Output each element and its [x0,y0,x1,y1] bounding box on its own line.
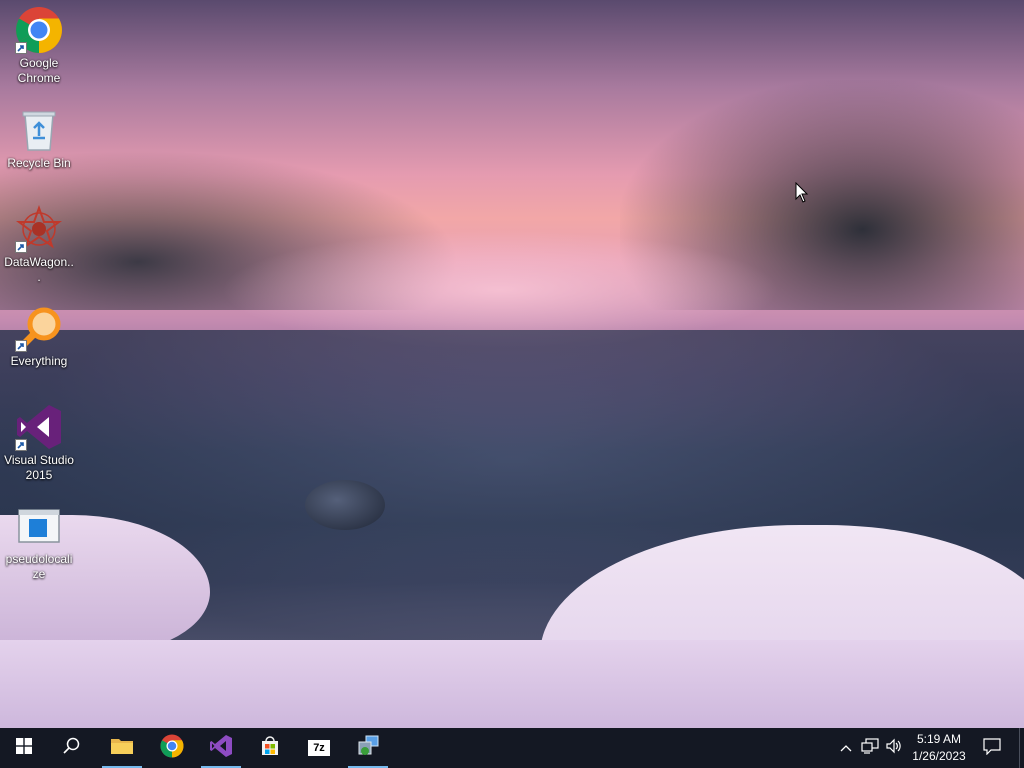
desktop-icon-visual-studio-2015[interactable]: Visual Studio 2015 [2,403,76,483]
volume-tray-button[interactable] [884,738,904,758]
installer-icon [356,734,380,763]
search-button[interactable] [48,728,96,768]
taskbar-clock[interactable]: 5:19 AM 1/26/2023 [906,731,972,765]
taskbar-file-explorer[interactable] [98,728,146,768]
desktop-icon-pseudolocalize[interactable]: pseudolocalize [2,502,76,582]
folder-icon [110,736,134,761]
show-desktop-button[interactable] [1019,728,1024,768]
taskbar-google-chrome[interactable] [148,728,196,768]
chrome-icon [160,734,184,763]
clock-time: 5:19 AM [916,732,962,746]
chrome-icon [15,6,63,54]
shortcut-arrow-icon [15,340,27,352]
visual-studio-icon [209,734,233,763]
datawagon-icon [15,205,63,253]
shortcut-arrow-icon [15,42,27,54]
search-icon [63,737,81,760]
desktop-icon-google-chrome[interactable]: Google Chrome [2,6,76,86]
desktop-icon-label: Recycle Bin [7,156,71,170]
wallpaper-snow-bottom [0,640,1024,728]
desktop-icon-datawagon[interactable]: DataWagon... [2,205,76,285]
shortcut-arrow-icon [15,241,27,253]
taskbar-visual-studio[interactable] [197,728,245,768]
chevron-up-icon [840,739,852,757]
desktop-icon-recycle-bin[interactable]: Recycle Bin [2,106,76,171]
desktop-icon-label: pseudolocalize [5,552,73,581]
wallpaper-rock [305,480,385,530]
desktop-icon-label: Google Chrome [17,56,61,85]
network-tray-button[interactable] [860,737,880,759]
recycle-bin-icon [15,106,63,154]
app-window-icon [15,502,63,550]
visual-studio-icon [15,403,63,451]
speaker-icon [885,738,903,759]
network-icon [861,737,879,759]
desktop-icon-label: Everything [10,354,68,368]
start-button[interactable] [0,728,48,768]
mouse-cursor-icon [795,181,809,209]
taskbar-7zip[interactable]: 7z [295,728,343,768]
desktop-icon-label: DataWagon... [4,255,74,284]
7zip-icon: 7z [308,740,330,756]
taskbar-installer[interactable] [344,728,392,768]
windows-logo-icon [16,737,32,759]
notification-icon [983,737,1001,760]
taskbar: 7z 5:19 AM 1/26/2023 [0,728,1024,768]
everything-search-icon [15,304,63,352]
show-hidden-icons-button[interactable] [836,738,856,758]
action-center-button[interactable] [978,728,1006,768]
shortcut-arrow-icon [15,439,27,451]
desktop-wallpaper[interactable]: Google Chrome Recycle Bin DataWagon... E… [0,0,1024,728]
store-icon [259,735,281,762]
taskbar-microsoft-store[interactable] [246,728,294,768]
desktop-icon-label: Visual Studio 2015 [4,453,74,482]
desktop-icon-everything[interactable]: Everything [2,304,76,369]
clock-date: 1/26/2023 [912,749,966,763]
